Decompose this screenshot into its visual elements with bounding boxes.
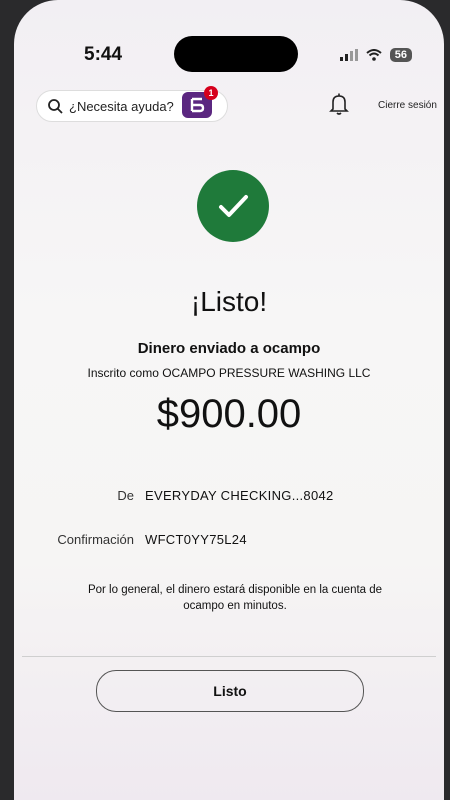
bell-icon[interactable] bbox=[328, 92, 350, 116]
confirmation-number: WFCT0YY75L24 bbox=[145, 532, 247, 547]
dynamic-island bbox=[174, 36, 298, 72]
signal-icon bbox=[339, 49, 358, 61]
fargo-glyph-icon bbox=[190, 97, 205, 113]
recipient-enrollment: Inscrito como OCAMPO PRESSURE WASHING LL… bbox=[87, 366, 371, 380]
success-check-badge bbox=[197, 170, 269, 242]
done-button[interactable]: Listo bbox=[96, 670, 364, 712]
check-icon bbox=[219, 195, 248, 217]
transfer-subtitle: Dinero enviado a ocampo bbox=[137, 340, 321, 357]
fargo-logo-icon[interactable]: 1 bbox=[182, 86, 218, 118]
phone-screen: 5:44 56 ¿Necesita ayuda? 1 Cierre sesión… bbox=[14, 0, 444, 800]
divider bbox=[22, 656, 436, 657]
page-title: ¡Listo! bbox=[190, 286, 268, 317]
from-account: EVERYDAY CHECKING...8042 bbox=[145, 488, 334, 503]
search-placeholder: ¿Necesita ayuda? bbox=[69, 98, 174, 114]
amount: $900.00 bbox=[156, 392, 302, 436]
search-icon bbox=[48, 99, 63, 114]
status-time: 5:44 bbox=[84, 44, 123, 65]
from-label: De bbox=[117, 488, 134, 503]
notification-badge: 1 bbox=[204, 86, 218, 100]
wifi-icon bbox=[366, 49, 382, 61]
status-icons: 56 bbox=[339, 48, 412, 62]
status-bar: 5:44 56 bbox=[14, 0, 444, 72]
battery-icon: 56 bbox=[389, 48, 412, 62]
top-bar: ¿Necesita ayuda? 1 Cierre sesión bbox=[14, 86, 444, 126]
availability-note: Por lo general, el dinero estará disponi… bbox=[87, 584, 383, 612]
logout-link[interactable]: Cierre sesión bbox=[378, 100, 437, 111]
confirmation-label: Confirmación bbox=[57, 532, 134, 547]
